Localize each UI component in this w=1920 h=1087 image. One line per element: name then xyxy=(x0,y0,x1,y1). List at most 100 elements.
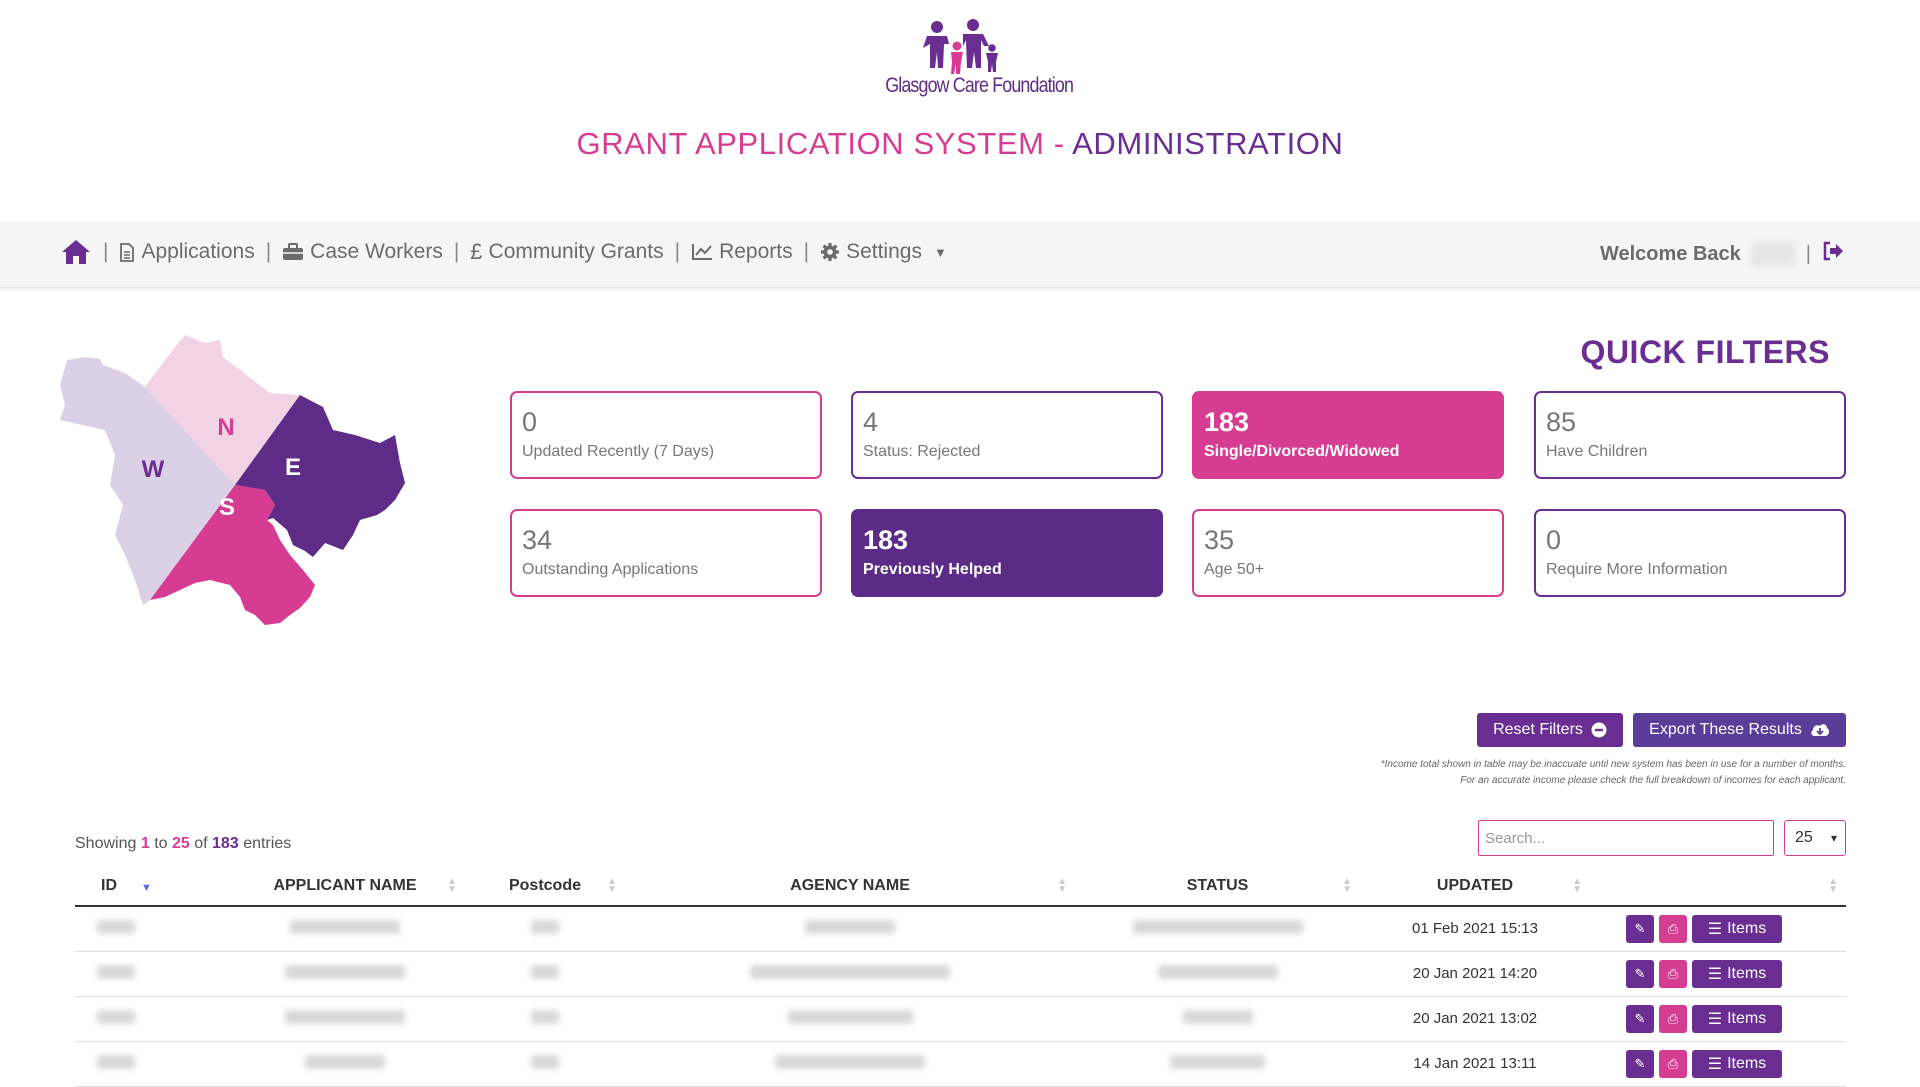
filter-previously-helped[interactable]: 183 Previously Helped xyxy=(851,509,1163,597)
filter-age-50-plus[interactable]: 35 Age 50+ xyxy=(1192,509,1504,597)
id-redacted xyxy=(97,1054,135,1069)
nav-separator: | xyxy=(453,240,460,263)
postcode-redacted xyxy=(531,964,559,979)
print-button[interactable]: ⎙ xyxy=(1659,1049,1687,1078)
col-applicant-name[interactable]: APPLICANT NAME ▲ ▼ xyxy=(225,866,465,907)
showing-of-word: of xyxy=(194,835,208,852)
nav-case-workers-label: Case Workers xyxy=(310,240,443,263)
nav-home[interactable] xyxy=(60,238,92,266)
table-row[interactable]: 20 Jan 2021 13:02 ✎ ⎙ ☰ Items xyxy=(75,996,1846,1042)
edit-button[interactable]: ✎ xyxy=(1626,959,1654,988)
cloud-download-icon xyxy=(1811,724,1829,736)
items-label: Items xyxy=(1727,919,1767,937)
col-agency-name[interactable]: AGENCY NAME ▲ ▼ xyxy=(625,866,1075,907)
filter-single-divorced-widowed[interactable]: 183 Single/Divorced/Widowed xyxy=(1192,391,1504,479)
col-actions[interactable]: ▲ ▼ xyxy=(1590,866,1846,907)
logout-button[interactable] xyxy=(1822,241,1844,267)
table-search-input[interactable] xyxy=(1478,820,1774,856)
map-label-s: S xyxy=(219,494,235,521)
user-area: Welcome Back | xyxy=(1600,241,1844,267)
print-icon: ⎙ xyxy=(1667,1055,1679,1071)
table-row[interactable]: 14 Jan 2021 13:11 ✎ ⎙ ☰ Items xyxy=(75,1041,1846,1087)
home-icon xyxy=(62,240,90,264)
col-postcode[interactable]: Postcode ▲ ▼ xyxy=(465,866,625,907)
showing-entries-word: entries xyxy=(243,835,292,852)
pound-icon: £ xyxy=(470,239,483,264)
col-status[interactable]: STATUS ▲ ▼ xyxy=(1075,866,1360,907)
items-button[interactable]: ☰ Items xyxy=(1692,1004,1782,1033)
list-icon: ☰ xyxy=(1707,920,1723,938)
filter-label: Have Children xyxy=(1546,443,1648,460)
id-redacted xyxy=(97,1009,135,1024)
edit-button[interactable]: ✎ xyxy=(1626,914,1654,943)
filter-count: 183 xyxy=(863,525,909,555)
table-row[interactable]: 01 Feb 2021 15:13 ✎ ⎙ ☰ Items xyxy=(75,906,1846,952)
showing-from: 1 xyxy=(140,835,150,852)
print-icon: ⎙ xyxy=(1667,965,1679,981)
map-label-w: W xyxy=(142,456,165,483)
system-title-main: GRANT APPLICATION SYSTEM - xyxy=(576,126,1073,161)
sort-desc-icon: ▼ xyxy=(141,882,152,894)
status-redacted xyxy=(1170,1054,1265,1069)
col-id-label: ID xyxy=(101,876,117,894)
edit-button[interactable]: ✎ xyxy=(1626,1004,1654,1033)
nav-separator: | xyxy=(674,240,681,263)
nav-menu: | Applications | Case Workers | £ Commun… xyxy=(60,238,947,266)
document-icon xyxy=(120,242,135,262)
items-button[interactable]: ☰ Items xyxy=(1692,1049,1782,1078)
nav-reports[interactable]: Reports xyxy=(691,240,793,264)
table-row[interactable]: 20 Jan 2021 14:20 ✎ ⎙ ☰ Items xyxy=(75,951,1846,997)
row-actions: ✎ ⎙ ☰ Items xyxy=(1590,914,1846,943)
col-updated[interactable]: UPDATED ▲ ▼ xyxy=(1360,866,1590,907)
list-icon: ☰ xyxy=(1707,1055,1723,1073)
income-disclaimer-line1: *Income total shown in table may be inac… xyxy=(1380,759,1846,770)
nav-settings-label: Settings xyxy=(846,240,922,263)
main-navbar: | Applications | Case Workers | £ Commun… xyxy=(0,222,1920,288)
minus-circle-icon xyxy=(1591,722,1607,738)
items-label: Items xyxy=(1727,964,1767,982)
filter-outstanding-applications[interactable]: 34 Outstanding Applications xyxy=(510,509,822,597)
print-button[interactable]: ⎙ xyxy=(1659,1004,1687,1033)
filter-count: 4 xyxy=(863,407,879,437)
filter-have-children[interactable]: 85 Have Children xyxy=(1534,391,1846,479)
id-redacted xyxy=(97,964,135,979)
glasgow-care-foundation-logo: Glasgow Care Foundation xyxy=(872,18,1074,108)
nav-settings-dropdown[interactable]: Settings ▼ xyxy=(820,240,947,264)
print-button[interactable]: ⎙ xyxy=(1659,914,1687,943)
sort-icon: ▲ ▼ xyxy=(607,876,617,895)
applicant-name-redacted xyxy=(290,919,400,934)
items-button[interactable]: ☰ Items xyxy=(1692,914,1782,943)
list-icon: ☰ xyxy=(1707,965,1723,983)
filter-require-more-information[interactable]: 0 Require More Information xyxy=(1534,509,1846,597)
filter-updated-recently[interactable]: 0 Updated Recently (7 Days) xyxy=(510,391,822,479)
col-updated-label: UPDATED xyxy=(1436,876,1514,894)
status-redacted xyxy=(1157,964,1278,979)
system-title-admin: ADMINISTRATION xyxy=(1072,126,1344,161)
col-id[interactable]: ID ▼ xyxy=(75,866,225,907)
showing-word: Showing xyxy=(75,835,137,852)
reset-filters-button[interactable]: Reset Filters xyxy=(1477,713,1623,747)
showing-to: 25 xyxy=(171,835,190,852)
filter-count: 0 xyxy=(522,407,538,437)
org-name: Glasgow Care Foundation xyxy=(885,74,1074,97)
caret-down-icon: ▼ xyxy=(933,244,947,260)
showing-total: 183 xyxy=(212,835,239,852)
nav-community-grants[interactable]: £ Community Grants xyxy=(470,239,663,265)
filter-status-rejected[interactable]: 4 Status: Rejected xyxy=(851,391,1163,479)
pencil-icon: ✎ xyxy=(1634,920,1646,936)
nav-case-workers[interactable]: Case Workers xyxy=(282,240,443,264)
agency-name-redacted xyxy=(750,964,950,979)
id-redacted xyxy=(97,919,135,934)
briefcase-icon xyxy=(283,243,304,260)
showing-to-word: to xyxy=(154,835,168,852)
export-results-button[interactable]: Export These Results xyxy=(1633,713,1846,747)
page-size-select[interactable]: 25 ▾ xyxy=(1784,820,1846,856)
items-button[interactable]: ☰ Items xyxy=(1692,959,1782,988)
print-button[interactable]: ⎙ xyxy=(1659,959,1687,988)
edit-button[interactable]: ✎ xyxy=(1626,1049,1654,1078)
items-label: Items xyxy=(1727,1054,1767,1072)
glasgow-region-map: N W E S xyxy=(55,335,430,635)
income-disclaimer-line2: For an accurate income please check the … xyxy=(1460,775,1846,786)
updated-cell: 14 Jan 2021 13:11 xyxy=(1360,1041,1590,1087)
nav-applications[interactable]: Applications xyxy=(119,240,255,264)
